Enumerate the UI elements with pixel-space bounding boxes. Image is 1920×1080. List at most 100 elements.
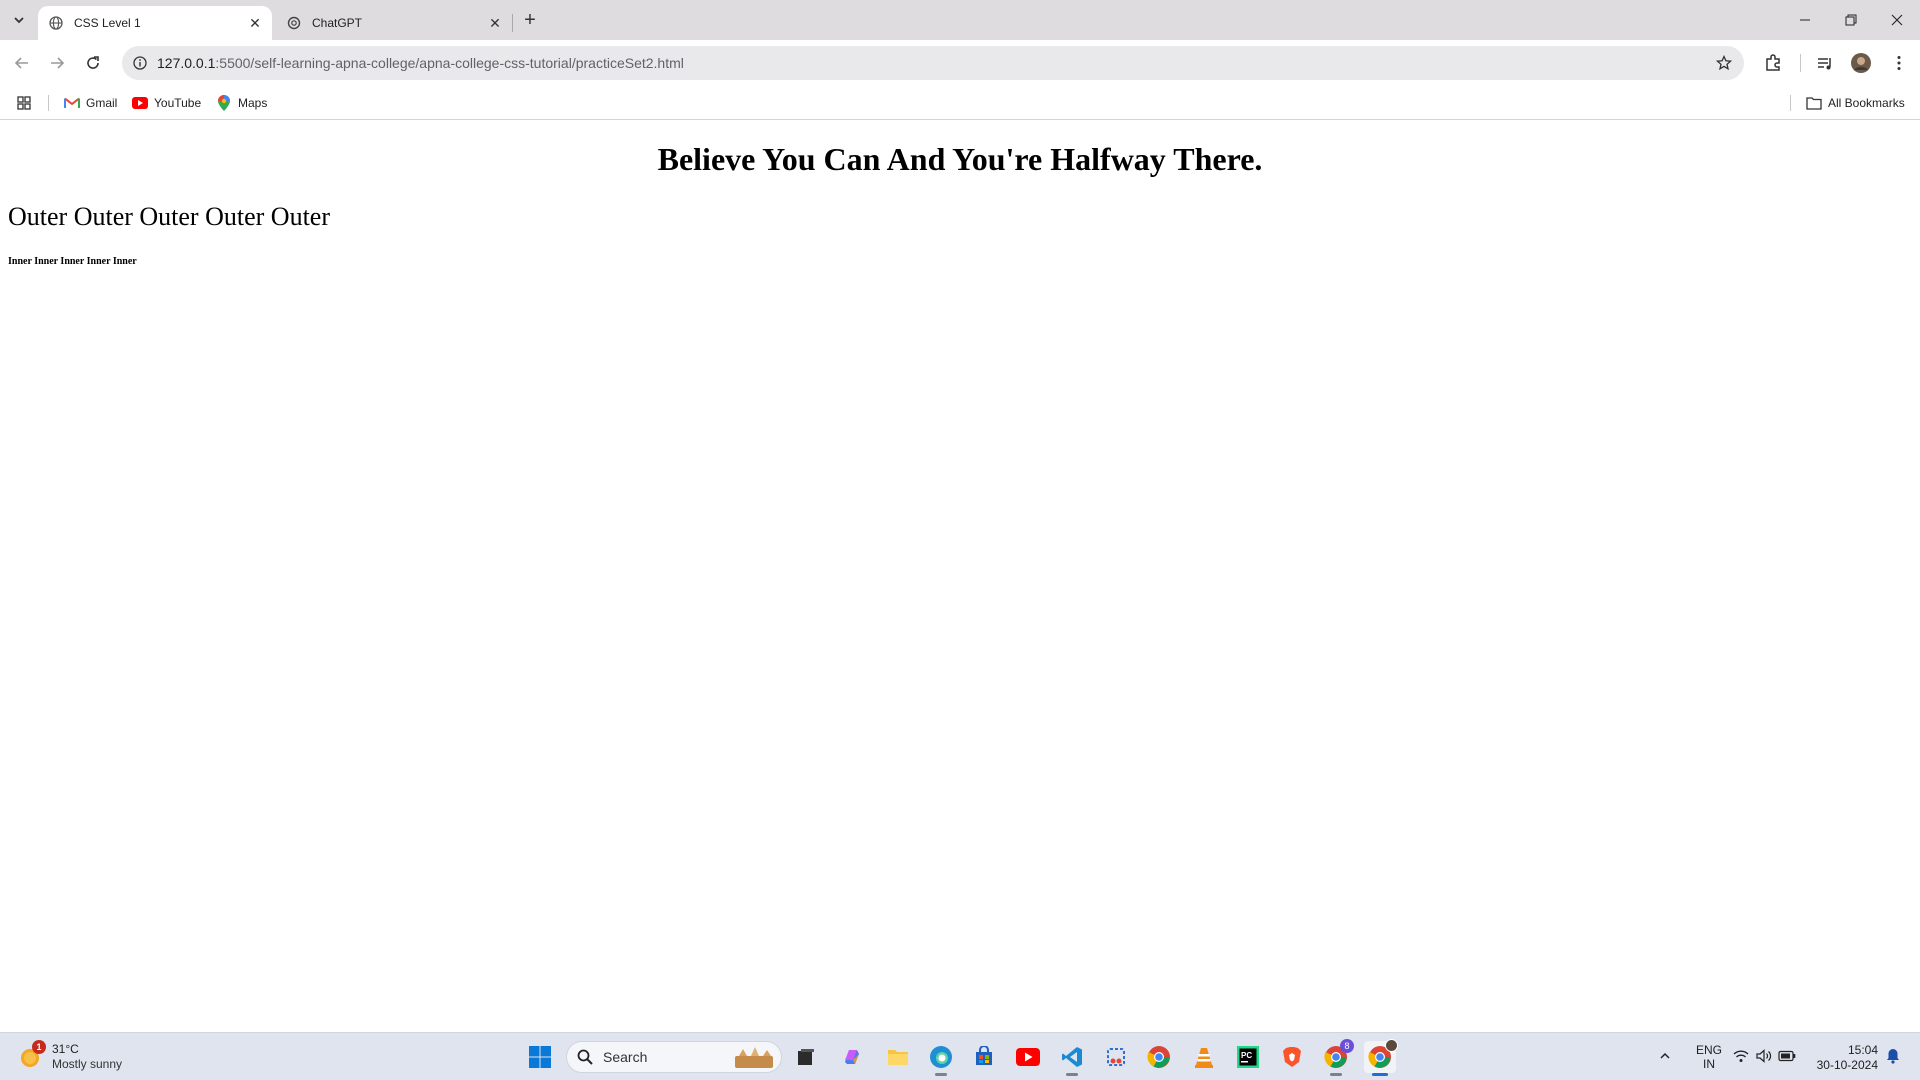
file-explorer-button[interactable] [882, 1041, 914, 1073]
maps-icon [216, 95, 232, 111]
inner-text: Inner Inner Inner Inner Inner [8, 256, 137, 267]
svg-text:PC: PC [1241, 1051, 1252, 1060]
restore-button[interactable] [1828, 0, 1874, 40]
language-indicator[interactable]: ENG IN [1692, 1043, 1726, 1071]
pycharm-icon: PC [1237, 1046, 1259, 1068]
close-window-button[interactable] [1874, 0, 1920, 40]
browser-toolbar: 127.0.0.1:5500/self-learning-apna-colleg… [0, 40, 1920, 86]
bookmark-label: Gmail [86, 96, 118, 110]
chrome-icon [1147, 1046, 1170, 1068]
minimize-button[interactable] [1782, 0, 1828, 40]
weather-condition: Mostly sunny [52, 1057, 123, 1071]
forward-button[interactable] [42, 48, 72, 78]
url-text[interactable]: 127.0.0.1:5500/self-learning-apna-colleg… [157, 55, 684, 71]
region-code: IN [1703, 1057, 1715, 1071]
bookmark-label: Maps [238, 96, 268, 110]
media-controls-icon[interactable] [1814, 52, 1836, 74]
reload-icon [87, 56, 99, 69]
close-icon[interactable]: ✕ [246, 14, 264, 32]
running-indicator [935, 1073, 947, 1076]
snipping-tool-button[interactable] [1100, 1041, 1132, 1073]
page-viewport: Believe You Can And You're Halfway There… [0, 121, 1920, 1032]
task-view-icon [798, 1049, 814, 1065]
folder-icon [888, 1050, 908, 1065]
start-button[interactable] [524, 1041, 556, 1073]
brave-button[interactable] [1276, 1041, 1308, 1073]
taskbar-search[interactable]: Search [566, 1041, 782, 1073]
bookmark-youtube[interactable]: YouTube [132, 93, 201, 113]
bookmark-gmail[interactable]: Gmail [64, 93, 117, 113]
youtube-icon [1016, 1048, 1040, 1066]
bookmarks-bar: Gmail YouTube Maps All Bookmarks [0, 86, 1920, 120]
close-icon[interactable]: ✕ [486, 14, 504, 32]
clock-date: 30-10-2024 [1816, 1058, 1878, 1072]
tab-chatgpt[interactable]: ChatGPT ✕ [276, 6, 512, 40]
vlc-button[interactable] [1188, 1041, 1220, 1073]
close-icon [1891, 14, 1903, 26]
profile-avatar [1385, 1039, 1398, 1052]
bookmark-star-icon[interactable] [1714, 53, 1734, 73]
folder-icon [1806, 95, 1822, 111]
sun-icon: 1 [18, 1040, 46, 1070]
bookmark-separator [48, 95, 49, 111]
address-bar[interactable]: 127.0.0.1:5500/self-learning-apna-colleg… [122, 46, 1744, 80]
chrome-menu-icon[interactable] [1888, 52, 1910, 74]
store-icon [976, 1046, 992, 1065]
tab-css-level-1[interactable]: CSS Level 1 ✕ [38, 6, 272, 40]
globe-icon [48, 15, 64, 31]
task-view-button[interactable] [790, 1041, 822, 1073]
vscode-button[interactable] [1056, 1041, 1088, 1076]
edge-button[interactable] [925, 1041, 957, 1076]
youtube-icon [132, 95, 148, 111]
search-highlight-icon [733, 1046, 775, 1070]
youtube-app-button[interactable] [1012, 1041, 1044, 1073]
chrome-button[interactable] [1143, 1041, 1175, 1073]
reload-button[interactable] [78, 48, 108, 78]
show-hidden-icons-button[interactable] [1656, 1047, 1674, 1065]
url-host: 127.0.0.1 [157, 55, 216, 71]
pycharm-button[interactable]: PC [1232, 1041, 1264, 1073]
volume-icon[interactable] [1755, 1047, 1773, 1065]
search-icon [577, 1049, 593, 1065]
vlc-icon [1195, 1048, 1213, 1068]
back-button[interactable] [7, 48, 37, 78]
battery-icon[interactable] [1778, 1047, 1796, 1065]
notifications-icon[interactable] [1884, 1047, 1902, 1065]
chevron-down-icon [14, 17, 24, 24]
tab-strip: CSS Level 1 ✕ ChatGPT ✕ + [0, 0, 1920, 40]
arrow-right-icon [51, 57, 65, 69]
extensions-icon[interactable] [1762, 52, 1784, 74]
tab-title: CSS Level 1 [74, 16, 141, 30]
weather-badge: 1 [32, 1040, 46, 1054]
bookmark-label: YouTube [154, 96, 202, 110]
chrome-profile-button[interactable]: 8 [1320, 1039, 1354, 1076]
chrome-active-button[interactable] [1364, 1039, 1398, 1076]
tab-separator [512, 14, 513, 32]
brave-icon [1283, 1047, 1301, 1067]
tab-search-button[interactable] [8, 9, 30, 31]
site-info-icon[interactable] [130, 53, 150, 73]
chrome-profile-badge: 8 [1340, 1039, 1354, 1053]
profile-avatar[interactable] [1850, 52, 1872, 74]
gmail-icon [64, 95, 80, 111]
running-indicator [1330, 1073, 1342, 1076]
minimize-icon [1800, 19, 1810, 21]
bookmark-maps[interactable]: Maps [216, 93, 267, 113]
store-button[interactable] [968, 1041, 1000, 1073]
apps-button[interactable] [16, 93, 38, 113]
plus-icon: + [524, 9, 536, 31]
new-tab-button[interactable]: + [519, 9, 541, 31]
copilot-button[interactable] [836, 1041, 868, 1073]
all-bookmarks-button[interactable]: All Bookmarks [1806, 93, 1905, 113]
weather-temp: 31°C [52, 1042, 79, 1056]
running-indicator [1066, 1073, 1078, 1076]
toolbar-separator [1800, 54, 1801, 72]
language-code: ENG [1695, 1043, 1722, 1057]
all-bookmarks-label: All Bookmarks [1828, 96, 1905, 110]
clock[interactable]: 15:04 30-10-2024 [1810, 1043, 1878, 1073]
chatgpt-icon [286, 15, 302, 31]
wifi-icon[interactable] [1732, 1047, 1750, 1065]
windows-icon [529, 1046, 551, 1068]
search-label: Search [603, 1049, 648, 1065]
weather-widget[interactable]: 1 31°C Mostly sunny [18, 1040, 122, 1074]
